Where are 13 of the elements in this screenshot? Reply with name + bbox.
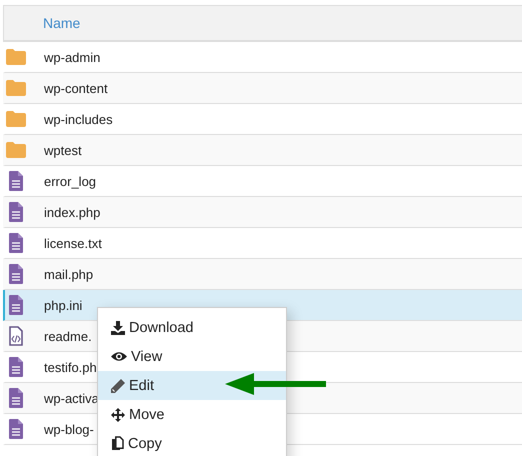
file-name: wp-admin [44, 50, 100, 64]
file-name: wp-activa [44, 390, 99, 406]
file-name: wp-blog- [44, 422, 94, 436]
file-name: testifo.ph [44, 360, 97, 374]
file-name: mail.php [44, 266, 94, 282]
file-name: wp-content [44, 80, 108, 96]
file-name: wp-includes [44, 112, 113, 126]
file-name: readme. [44, 328, 92, 344]
file-name: index.php [44, 204, 100, 220]
file-name: php.ini [44, 298, 82, 312]
file-name: error_log [44, 174, 96, 188]
file-name: license.txt [44, 236, 102, 250]
file-name: wptest [44, 142, 82, 158]
